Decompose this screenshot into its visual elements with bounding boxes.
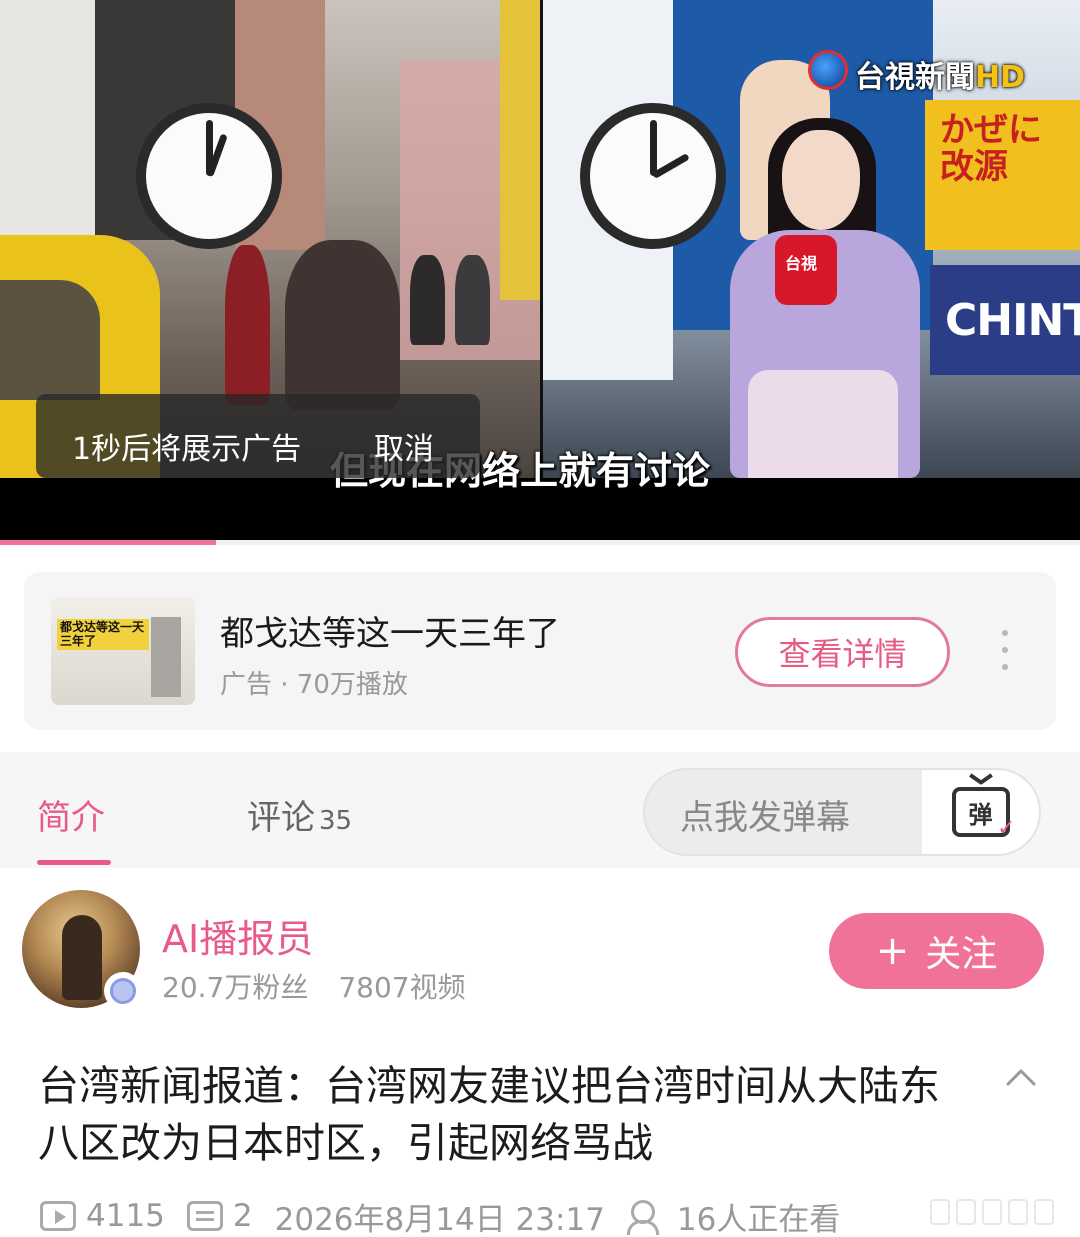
tab-comments[interactable]: 评论 35: [247, 790, 352, 839]
danmaku-icon-label: 弹: [968, 800, 993, 829]
video-player[interactable]: かぜに 改源 CHINTAI 台視 台視新聞HD 但现在网络上就有讨论 1秒后将…: [0, 0, 1080, 545]
danmaku-icon: 弹 ✓: [951, 787, 1016, 841]
ad-thumbnail-caption: 都戈达等这一天三年了: [57, 619, 149, 650]
ad-thumbnail-scene: [151, 617, 181, 697]
verified-badge-icon: [104, 972, 142, 1010]
follow-button[interactable]: + 关注: [829, 913, 1044, 989]
ad-meta: 广告 · 70万播放: [220, 670, 408, 700]
watermark: [930, 1195, 1066, 1229]
more-vertical-icon[interactable]: [995, 630, 1015, 670]
tab-intro[interactable]: 简介: [37, 790, 105, 839]
channel-name: 台視新聞HD: [855, 52, 1025, 96]
clock-icon: [580, 103, 726, 249]
danmaku-count: 2: [232, 1198, 253, 1234]
tab-comments-label: 评论: [247, 798, 315, 838]
play-count: 4115: [86, 1198, 165, 1234]
ad-detail-button[interactable]: 查看详情: [735, 617, 950, 687]
video-title: 台湾新闻报道：台湾网友建议把台湾时间从大陆东八区改为日本时区，引起网络骂战: [38, 1062, 940, 1167]
channel-logo-icon: [808, 50, 848, 90]
reporter-face: [782, 130, 860, 230]
chevron-up-icon[interactable]: [1005, 1062, 1037, 1094]
ad-countdown-text: 1秒后将展示广告: [72, 432, 302, 467]
tab-comments-count: 35: [319, 806, 353, 836]
progress-fill: [0, 540, 216, 545]
play-count-icon: [40, 1201, 76, 1231]
publish-datetime: 2026年8月14日 23:17: [274, 1201, 605, 1237]
plus-icon: +: [875, 928, 910, 974]
uploader-name[interactable]: AI播报员: [162, 908, 313, 963]
check-icon: ✓: [997, 816, 1016, 841]
reporter-skirt: [748, 370, 898, 480]
uploader-fans: 20.7万粉丝: [162, 971, 309, 1004]
shop-sign-yellow-text: かぜに 改源: [940, 110, 1042, 188]
ad-cancel-button[interactable]: 取消: [374, 424, 434, 468]
ad-thumbnail[interactable]: 都戈达等这一天三年了: [51, 597, 195, 705]
danmaku-placeholder[interactable]: 点我发弹幕: [680, 790, 850, 839]
channel-name-text: 台視新聞: [855, 60, 975, 95]
ad-title[interactable]: 都戈达等这一天三年了: [220, 606, 560, 655]
progress-bar[interactable]: [0, 540, 1080, 545]
danmaku-count-icon: [186, 1201, 223, 1231]
follow-label: 关注: [925, 934, 998, 975]
danmaku-toggle-button[interactable]: 弹 ✓: [922, 770, 1039, 854]
shop-sign-blue-text: CHINTAI: [945, 295, 1080, 346]
uploader-videos: 7807视频: [338, 971, 466, 1004]
avatar-figure: [62, 915, 102, 1000]
viewers-icon: [626, 1200, 667, 1235]
uploader-stats: 20.7万粉丝 7807视频: [162, 966, 466, 1006]
tab-active-indicator: [37, 860, 111, 865]
microphone-label: 台視: [785, 254, 818, 273]
channel-hd-badge: HD: [975, 60, 1026, 95]
video-stats: 4115 2 2026年8月14日 23:17 16人正在看: [40, 1195, 840, 1237]
watching-count: 16人正在看: [676, 1201, 841, 1237]
clock-icon: [136, 103, 282, 249]
